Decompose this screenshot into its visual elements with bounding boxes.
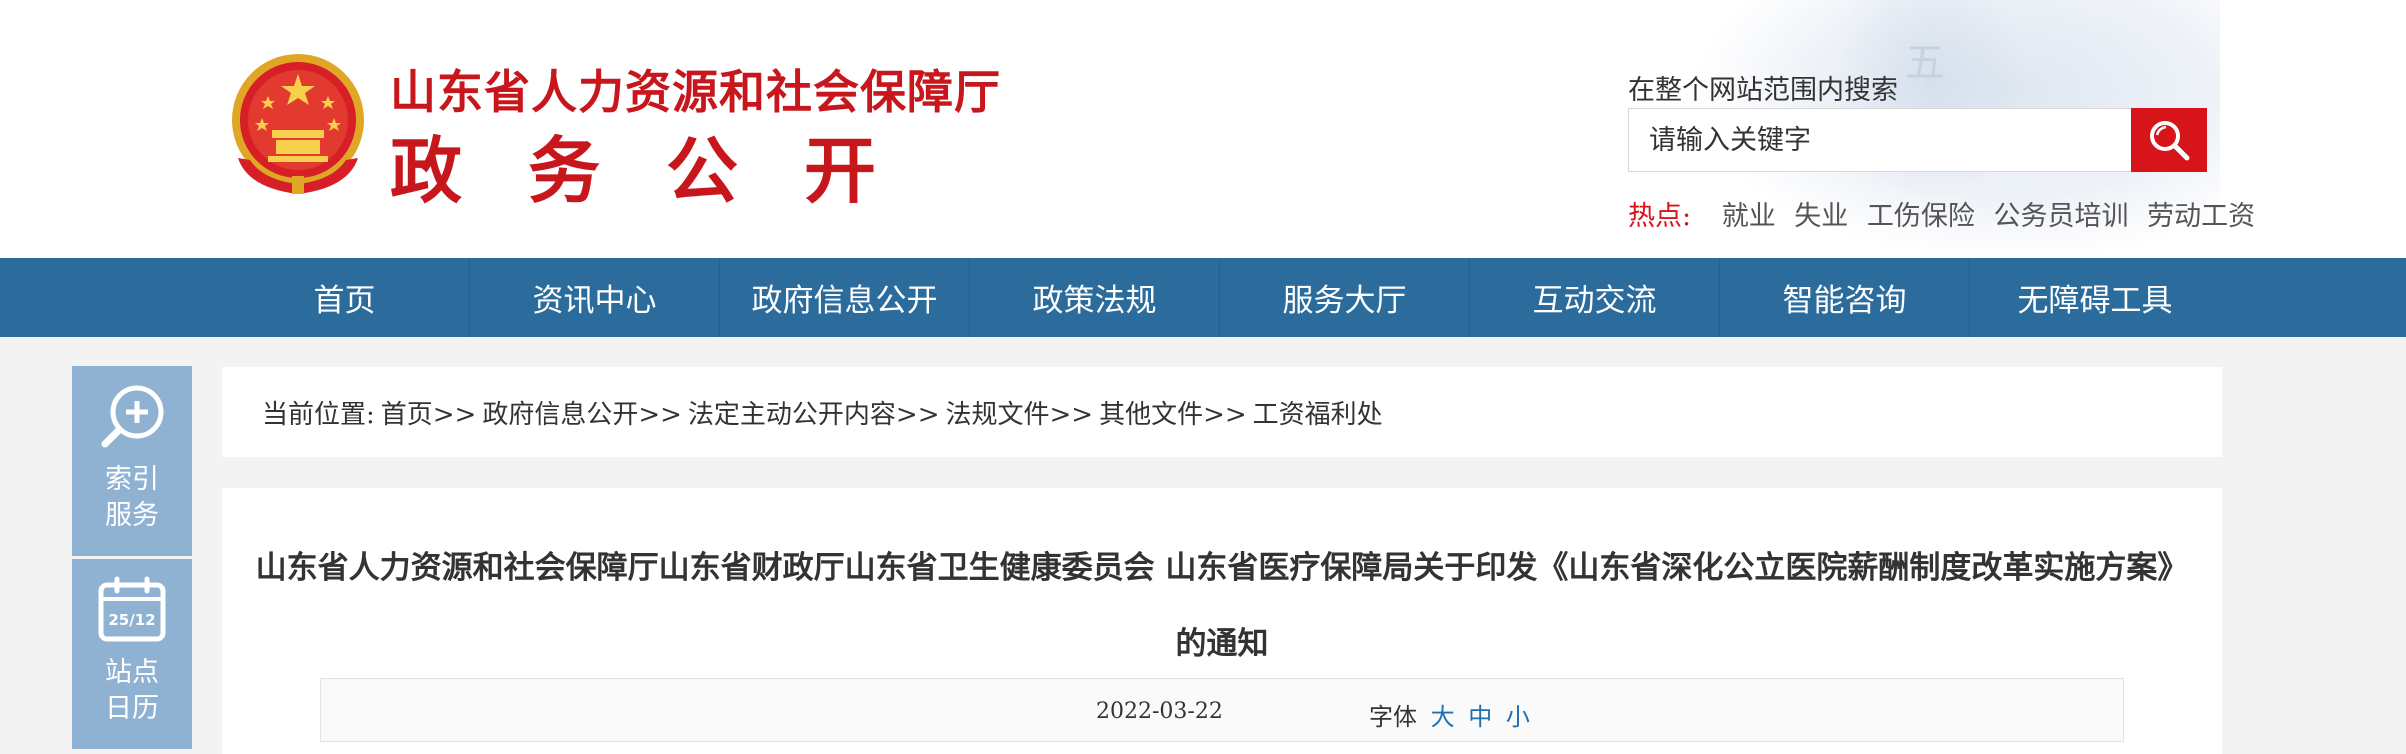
hot-keyword[interactable]: 公务员培训 <box>1993 201 2128 232</box>
nav-item-smart-consult[interactable]: 智能咨询 <box>1720 258 1970 337</box>
hot-label: 热点: <box>1628 201 1692 232</box>
header-decoration-glyph: 五 <box>1905 40 1945 86</box>
site-calendar-label: 站点日历 <box>105 657 159 724</box>
breadcrumb-item[interactable]: 法规文件>> <box>946 394 1094 431</box>
hot-keyword[interactable]: 就业 <box>1722 201 1776 232</box>
main-nav: 首页 资讯中心 政府信息公开 政策法规 服务大厅 互动交流 智能咨询 无障碍工具 <box>0 258 2406 337</box>
site-subtitle: 政务公开 <box>390 129 943 213</box>
breadcrumb-item[interactable]: 工资福利处 <box>1253 394 1383 431</box>
breadcrumb: 当前位置: 首页>> 政府信息公开>> 法定主动公开内容>> 法规文件>> 其他… <box>222 367 2222 457</box>
hot-keywords: 热点: 就业 失业 工伤保险 公务员培训 劳动工资 <box>1628 194 2265 233</box>
article-title: 山东省人力资源和社会保障厅山东省财政厅山东省卫生健康委员会 山东省医疗保障局关于… <box>255 550 2189 662</box>
hot-keyword[interactable]: 工伤保险 <box>1867 201 1975 232</box>
breadcrumb-item[interactable]: 其他文件>> <box>1099 394 1247 431</box>
breadcrumb-item[interactable]: 政府信息公开>> <box>482 394 682 431</box>
font-size-small[interactable]: 小 <box>1506 703 1530 731</box>
side-float-menu: 索引服务 25/12 站点日历 <box>72 366 192 752</box>
search-plus-icon <box>101 385 164 448</box>
nav-item-interaction[interactable]: 互动交流 <box>1470 258 1720 337</box>
nav-item-home[interactable]: 首页 <box>220 258 470 337</box>
font-size-large[interactable]: 大 <box>1431 703 1455 731</box>
index-service-label: 索引服务 <box>105 464 159 531</box>
calendar-icon: 25/12 <box>98 576 166 642</box>
search-box <box>1628 108 2131 172</box>
hot-keyword[interactable]: 失业 <box>1794 201 1848 232</box>
font-size-label: 字体 <box>1369 703 1417 731</box>
national-emblem-icon <box>232 54 364 194</box>
nav-item-gov-info[interactable]: 政府信息公开 <box>720 258 970 337</box>
article-meta-bar: 2022-03-22 字体 大 中 小 <box>320 678 2124 742</box>
site-header: 五 岳 山东省人力资源和社会保障厅 政务公开 在整个网站范围内搜索 热点: 就业… <box>0 0 2406 258</box>
search-button[interactable] <box>2131 108 2207 172</box>
font-size-control: 字体 大 中 小 <box>1369 697 1530 732</box>
article-panel: 山东省人力资源和社会保障厅山东省财政厅山东省卫生健康委员会 山东省医疗保障局关于… <box>222 488 2222 754</box>
hot-keyword[interactable]: 劳动工资 <box>2147 201 2255 232</box>
font-size-medium[interactable]: 中 <box>1468 703 1492 731</box>
publish-date: 2022-03-22 <box>1096 699 1223 724</box>
search-input[interactable] <box>1629 109 2131 171</box>
breadcrumb-prefix: 当前位置: <box>262 399 375 430</box>
nav-item-accessibility[interactable]: 无障碍工具 <box>1970 258 2220 337</box>
nav-item-service-hall[interactable]: 服务大厅 <box>1220 258 1470 337</box>
index-service-button[interactable]: 索引服务 <box>72 366 192 556</box>
breadcrumb-item[interactable]: 法定主动公开内容>> <box>688 394 940 431</box>
breadcrumb-item[interactable]: 首页>> <box>381 394 477 431</box>
site-calendar-button[interactable]: 25/12 站点日历 <box>72 559 192 749</box>
search-label: 在整个网站范围内搜索 <box>1628 75 1898 106</box>
search-icon <box>2150 121 2190 161</box>
calendar-date-text: 25/12 <box>108 611 155 629</box>
nav-item-policy[interactable]: 政策法规 <box>970 258 1220 337</box>
nav-item-news[interactable]: 资讯中心 <box>470 258 720 337</box>
